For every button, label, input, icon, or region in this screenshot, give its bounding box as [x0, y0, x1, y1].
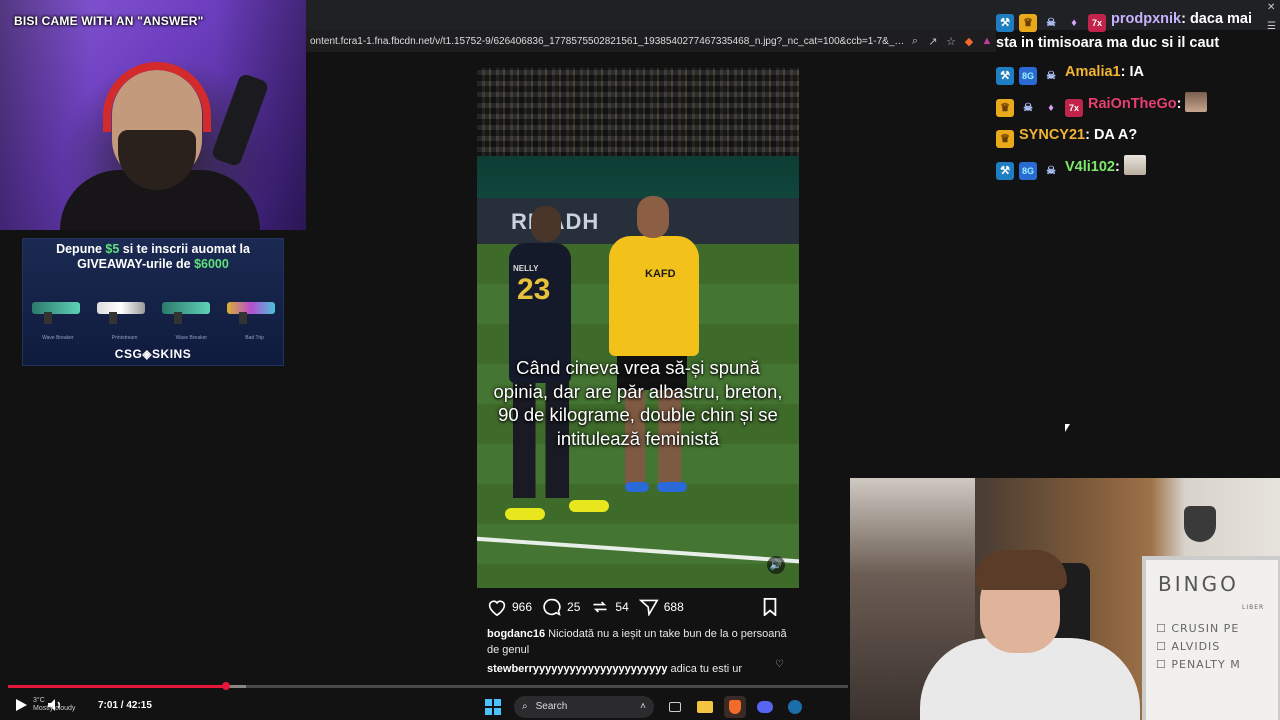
search-icon: ⌕ — [522, 701, 528, 712]
progress-handle[interactable] — [221, 682, 230, 690]
ghost-icon: ☠ — [1046, 70, 1056, 82]
hammer-icon: ⚒ — [996, 67, 1014, 85]
like-button[interactable]: 966 — [487, 598, 532, 616]
streamer-webcam: BISI CAME WITH AN "ANSWER" — [0, 0, 306, 230]
chat-message: ⚒ ♛ ☠ ♦ 7x prodpxnik: daca mai sta in timisoa… — [996, 11, 1253, 51]
screen: ontent.fcra1-1.fna.fbcdn.net/v/t1.15752-… — [0, 0, 1280, 720]
player-controls: 7:01 / 42:15 — [10, 694, 152, 716]
video-progress-bar[interactable] — [8, 682, 848, 690]
heart-icon — [488, 600, 506, 616]
comment: stewberryyyyyyyyyyyyyyyyyyyyyy adica tu … — [487, 663, 743, 675]
bookmark-button[interactable] — [762, 598, 783, 616]
crown-icon: ♛ — [996, 130, 1014, 148]
skin-image — [93, 292, 149, 328]
post-actions: 966 25 54 688 — [487, 596, 793, 618]
send-icon — [638, 599, 659, 616]
comment-icon — [543, 598, 561, 616]
sub-7x-icon: 7x — [1065, 99, 1083, 117]
file-explorer-icon[interactable] — [694, 696, 716, 718]
sponsor-banner[interactable]: Depune $5 si te inscrii auomat la GIVEAW… — [22, 238, 284, 366]
brave-shield-icon[interactable]: ◆ — [960, 32, 978, 50]
share-button[interactable]: 688 — [638, 598, 684, 616]
chat-overlay: ⚒ ♛ ☠ ♦ 7x prodpxnik: daca mai sta in timisoa… — [996, 8, 1266, 187]
address-bar[interactable]: ontent.fcra1-1.fna.fbcdn.net/v/t1.15752-… — [306, 30, 996, 52]
hammer-icon: ⚒ — [996, 162, 1014, 180]
skin-image — [158, 292, 214, 328]
skin-image — [28, 292, 84, 328]
discord-icon[interactable] — [754, 696, 776, 718]
menu-icon[interactable]: ☰ — [1267, 21, 1276, 32]
repost-button[interactable]: 54 — [590, 598, 629, 616]
video-time: 7:01 / 42:15 — [98, 699, 152, 711]
taskbar: ⌕ Search ˄ — [478, 693, 850, 720]
skin-images — [23, 284, 283, 336]
brave-browser-icon[interactable] — [724, 695, 746, 718]
comment-user[interactable]: stewberryyyyyyyyyyyyyyyyyyyyyy — [487, 663, 667, 675]
taskbar-search[interactable]: ⌕ Search ˄ — [514, 695, 654, 718]
crown-icon: ♛ — [996, 99, 1014, 117]
play-icon[interactable] — [10, 694, 32, 716]
cat-emote — [1123, 155, 1146, 175]
zoom-icon[interactable]: ⌕ — [906, 32, 924, 50]
ghost-icon: ☠ — [1046, 17, 1056, 29]
chat-message: ⚒ 8G ☠ Amalia1: IA — [996, 61, 1266, 85]
gift-icon: ♦ — [1071, 17, 1077, 29]
comment-list: bogdanc16 Niciodată nu a ieșit un take b… — [487, 626, 787, 677]
url-text[interactable]: ontent.fcra1-1.fna.fbcdn.net/v/t1.15752-… — [306, 36, 906, 47]
speaker-icon[interactable]: 🔊 — [767, 556, 785, 574]
steam-icon[interactable] — [784, 696, 806, 718]
skin-image — [223, 292, 279, 328]
sub-7x-icon: 7x — [1088, 14, 1106, 32]
windows-start-icon[interactable] — [482, 696, 504, 718]
ghost-icon: ☠ — [1023, 102, 1033, 114]
face-emote — [1185, 92, 1208, 112]
post-caption: Când cineva vrea să-și spună opinia, dar… — [493, 357, 783, 449]
window-controls: ✕ ☰ — [1267, 2, 1276, 32]
post-image[interactable]: RIYADH NELLY 23 KAFD Când cineva vrea să… — [477, 68, 799, 588]
chat-message: ⚒ 8G ☠ V4li102: — [996, 155, 1266, 180]
task-view-icon[interactable] — [664, 696, 686, 718]
club-crest — [1184, 506, 1216, 542]
bookmark-icon — [763, 598, 777, 616]
guest-webcam: BINGO ☐ CRUSIN PE ☐ ALVIDIS ☐ PENALTY M … — [850, 478, 1280, 720]
repost-icon — [593, 601, 607, 613]
8g-icon: 8G — [1019, 67, 1037, 85]
comment-like-icon[interactable]: ♡ — [775, 659, 784, 670]
comment-user[interactable]: bogdanc16 — [487, 628, 545, 640]
chat-message: ♛ ☠ ♦ 7x RaiOnTheGo: — [996, 92, 1266, 117]
sponsor-logo: CSG◈SKINS — [114, 347, 192, 361]
hammer-icon: ⚒ — [996, 14, 1014, 32]
stream-title: BISI CAME WITH AN "ANSWER" — [14, 14, 204, 28]
ghost-icon: ☠ — [1046, 165, 1056, 177]
comment: bogdanc16 Niciodată nu a ieșit un take b… — [487, 628, 787, 656]
crown-icon: ♛ — [1019, 14, 1037, 32]
comment-button[interactable]: 25 — [542, 598, 580, 616]
weather-widget[interactable]: 3°C Mostly cloudy — [33, 697, 75, 713]
chevron-up-icon: ˄ — [640, 701, 646, 712]
player-yellow-kit — [609, 236, 699, 356]
8g-icon: 8G — [1019, 162, 1037, 180]
chat-message: ♛ SYNCY21: DA A? — [996, 124, 1266, 148]
share-icon[interactable]: ↗ — [924, 32, 942, 50]
star-icon[interactable]: ☆ — [942, 32, 960, 50]
whiteboard: BINGO ☐ CRUSIN PE ☐ ALVIDIS ☐ PENALTY M … — [1142, 556, 1280, 720]
mouse-cursor — [1065, 424, 1070, 432]
close-icon[interactable]: ✕ — [1267, 2, 1276, 13]
rewards-icon[interactable]: ▲ — [978, 32, 996, 50]
gift-icon: ♦ — [1048, 102, 1054, 114]
